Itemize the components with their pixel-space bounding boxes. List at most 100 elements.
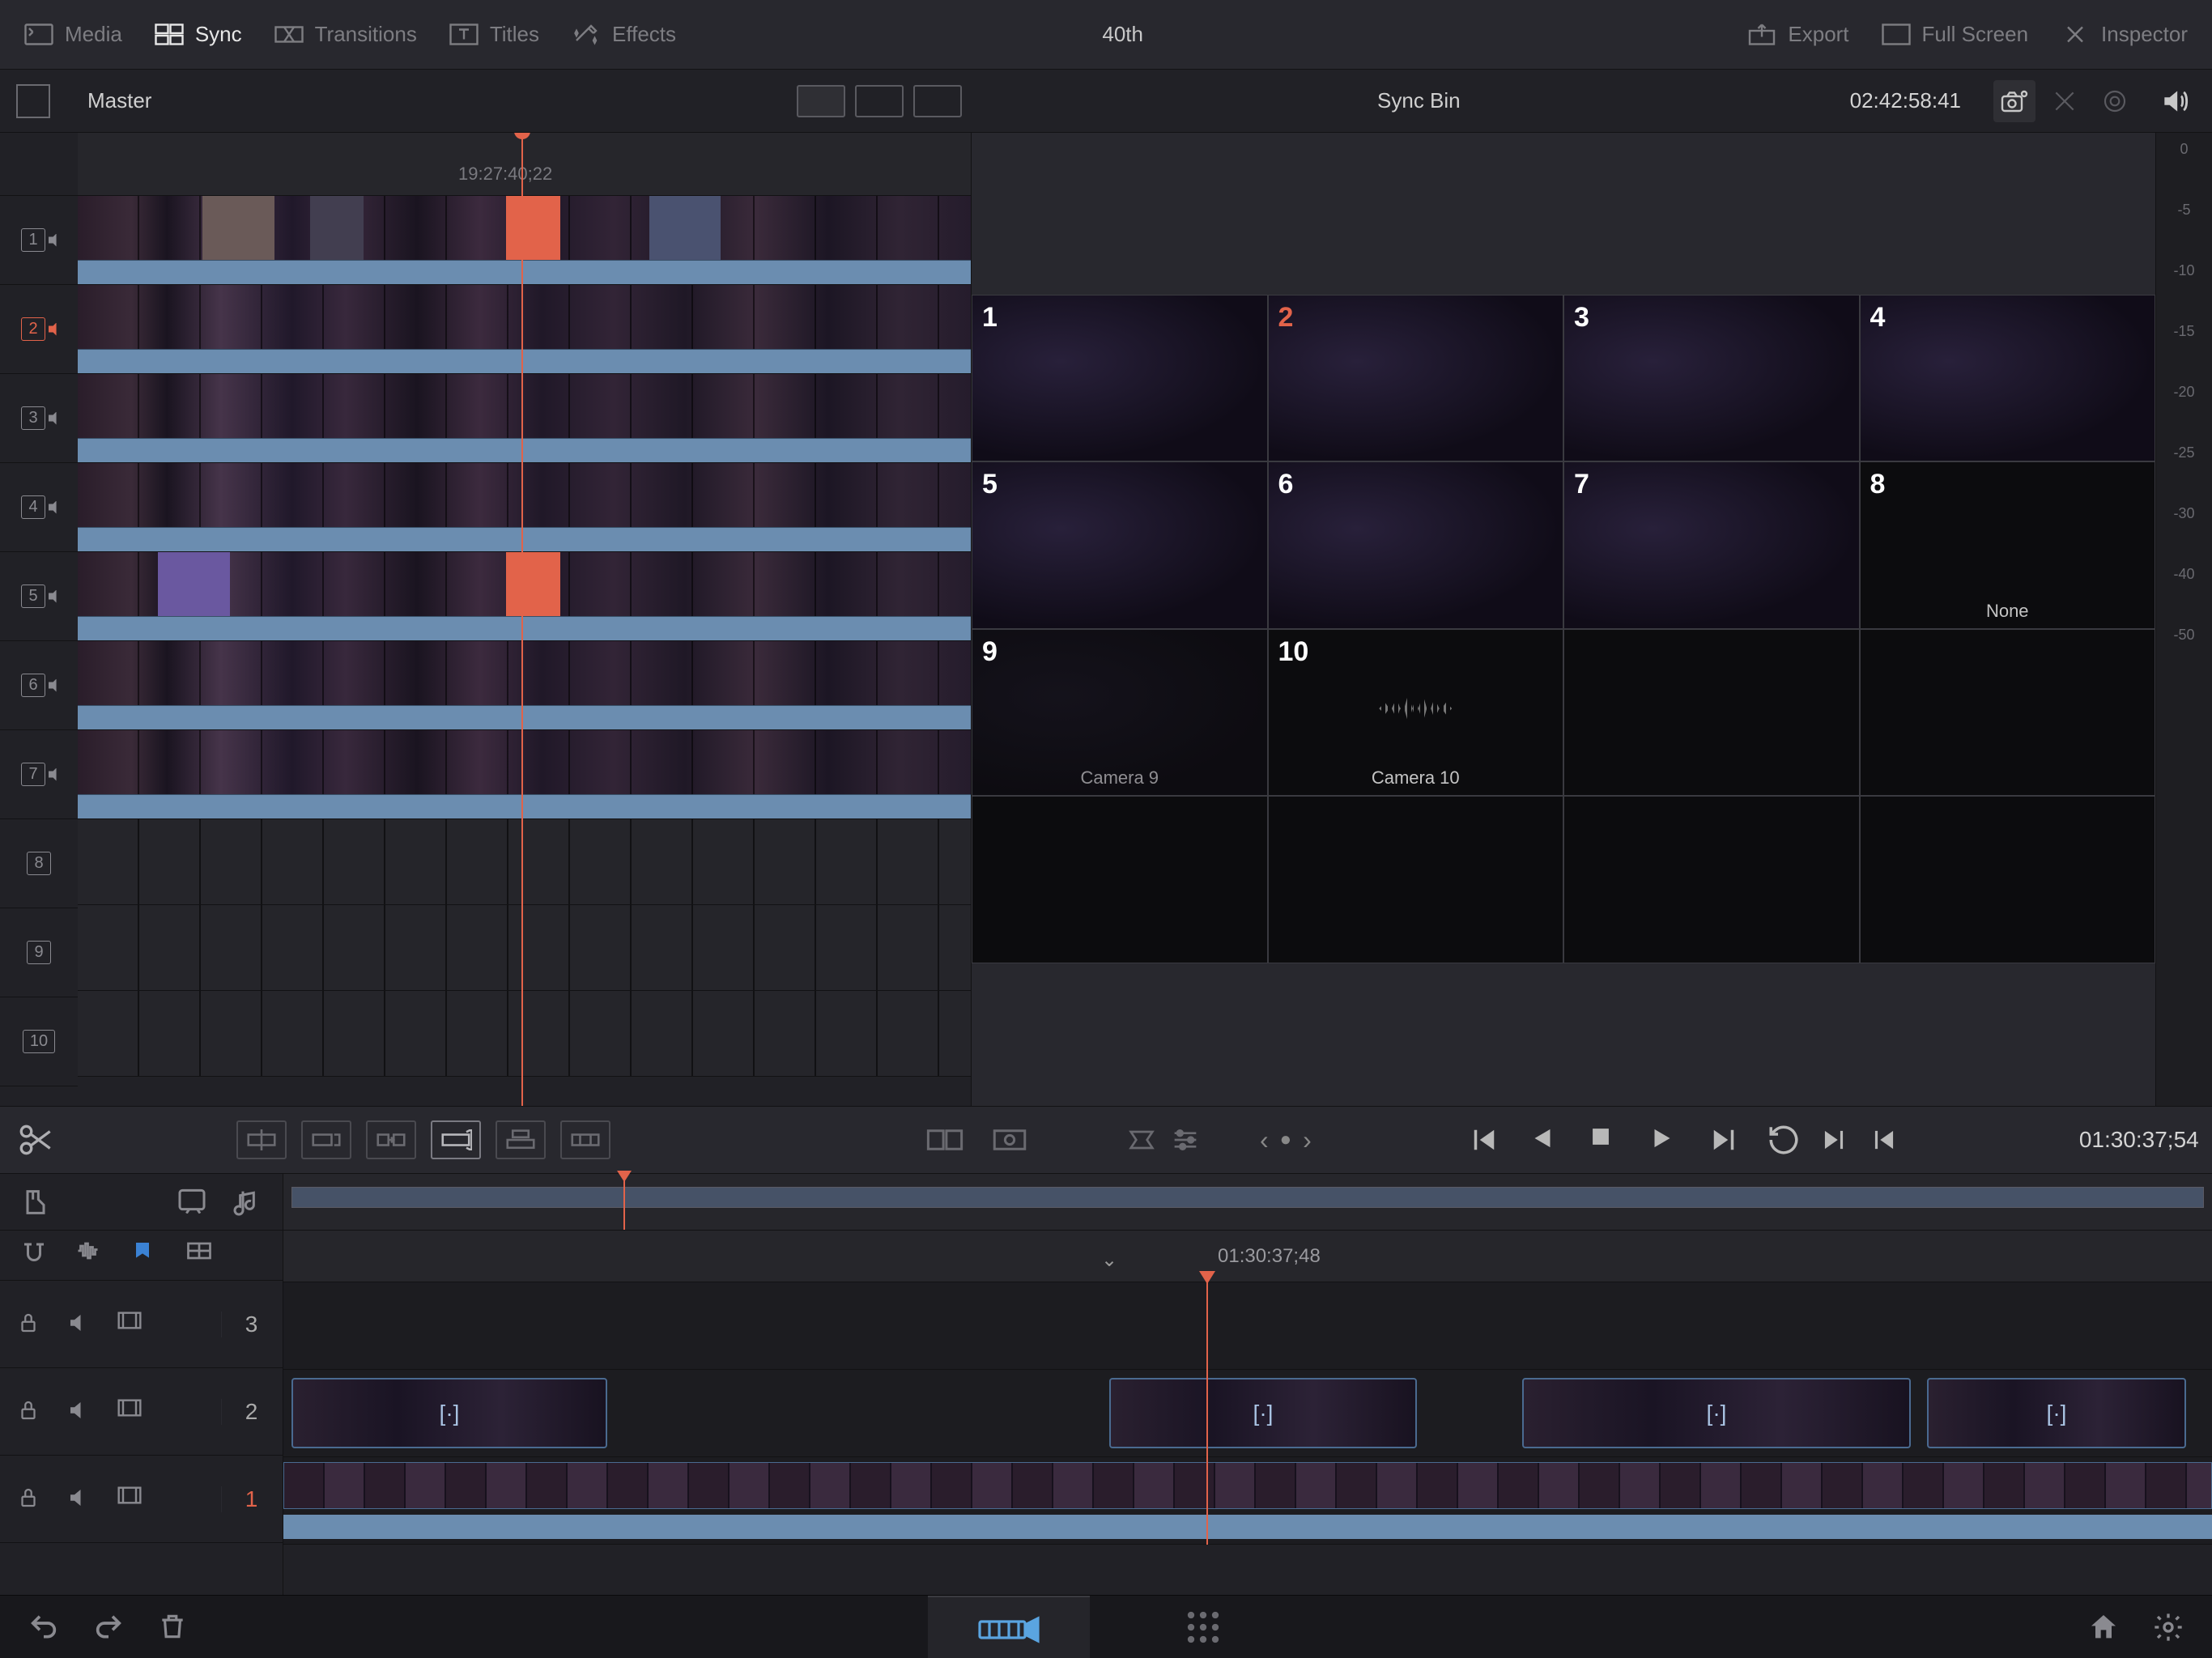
tab-transitions[interactable]: Transitions bbox=[274, 22, 417, 47]
timeline-track-3[interactable] bbox=[283, 1282, 2212, 1370]
src-track-header-2[interactable]: 2 bbox=[0, 285, 78, 374]
prev-edit-button[interactable]: ‹ bbox=[1260, 1125, 1269, 1155]
source-ruler[interactable]: 19:27:40;22 bbox=[78, 133, 971, 196]
camera-angle-1[interactable]: 1Camera 1 bbox=[972, 295, 1267, 461]
src-track-4[interactable] bbox=[78, 463, 971, 552]
cut-button[interactable] bbox=[985, 1120, 1035, 1159]
lock-icon[interactable] bbox=[16, 1311, 44, 1338]
film-icon[interactable] bbox=[117, 1311, 144, 1338]
snap-button[interactable] bbox=[19, 1239, 52, 1272]
audio-only-button[interactable] bbox=[231, 1186, 263, 1218]
lock-icon[interactable] bbox=[16, 1486, 44, 1513]
undo-button[interactable] bbox=[28, 1611, 60, 1643]
overview-playhead[interactable] bbox=[623, 1179, 625, 1230]
view-list-button[interactable] bbox=[913, 85, 962, 117]
film-icon[interactable] bbox=[117, 1398, 144, 1426]
split-button[interactable] bbox=[16, 1120, 57, 1160]
timeline-track-header-2[interactable]: 2 bbox=[0, 1368, 283, 1456]
flag-button[interactable] bbox=[185, 1239, 217, 1272]
sliders-button[interactable] bbox=[1169, 1120, 1202, 1159]
play-button[interactable] bbox=[1647, 1123, 1681, 1157]
timeline-track-header-1[interactable]: 1 bbox=[0, 1456, 283, 1543]
camera-angle-2[interactable]: 2Camera 2 bbox=[1269, 295, 1563, 461]
src-track-1[interactable] bbox=[78, 196, 971, 285]
next-edit-button[interactable]: › bbox=[1303, 1125, 1312, 1155]
timeline-clip[interactable]: [·] bbox=[1522, 1378, 1911, 1448]
src-track-header-10[interactable]: 10 bbox=[0, 997, 78, 1086]
smart-insert-button[interactable] bbox=[236, 1120, 287, 1159]
timeline-timecode[interactable]: 01:30:37;54 bbox=[2079, 1127, 2199, 1153]
speaker-icon[interactable] bbox=[66, 1398, 94, 1426]
src-track-header-6[interactable]: 6 bbox=[0, 641, 78, 730]
timeline-clip[interactable]: [·] bbox=[1927, 1378, 2186, 1448]
src-track-6[interactable] bbox=[78, 641, 971, 730]
film-icon[interactable] bbox=[117, 1486, 144, 1513]
source-track-area[interactable]: 19:27:40;22 bbox=[78, 133, 971, 1106]
viewer-timecode[interactable]: 02:42:58:41 bbox=[1850, 88, 1961, 113]
view-strip-button[interactable] bbox=[855, 85, 904, 117]
tab-sync[interactable]: Sync bbox=[155, 22, 242, 47]
source-overwrite-button[interactable] bbox=[560, 1120, 610, 1159]
speaker-icon[interactable] bbox=[66, 1486, 94, 1513]
closeup-button[interactable] bbox=[431, 1120, 481, 1159]
src-track-10[interactable] bbox=[78, 991, 971, 1077]
camera-view-button[interactable] bbox=[1993, 80, 2035, 122]
panel-toggle-icon[interactable] bbox=[16, 84, 50, 118]
src-track-header-1[interactable]: 1 bbox=[0, 196, 78, 285]
go-end-button[interactable] bbox=[1707, 1123, 1741, 1157]
timeline-clip[interactable]: [·] bbox=[291, 1378, 607, 1448]
camera-angle-5[interactable]: 5Camera 5 bbox=[972, 462, 1267, 627]
src-track-header-9[interactable]: 9 bbox=[0, 908, 78, 997]
camera-angle-10[interactable]: 10Camera 10 bbox=[1269, 630, 1563, 795]
stop-button[interactable] bbox=[1587, 1123, 1621, 1157]
ripple-button[interactable] bbox=[366, 1120, 416, 1159]
chevron-down-icon[interactable]: ⌄ bbox=[1101, 1248, 1117, 1272]
cut-page-tab[interactable] bbox=[928, 1596, 1090, 1658]
inspector-button[interactable]: Inspector bbox=[2061, 22, 2188, 47]
settings-button[interactable] bbox=[2152, 1611, 2184, 1643]
source-playhead[interactable] bbox=[521, 133, 523, 1106]
export-button[interactable]: Export bbox=[1747, 22, 1848, 47]
camera-angle-4[interactable]: 4Camera 4 bbox=[1861, 295, 2155, 461]
scopes-button[interactable] bbox=[2094, 80, 2136, 122]
mute-button[interactable] bbox=[2154, 80, 2196, 122]
camera-angle-3[interactable]: 3Camera 3 bbox=[1564, 295, 1859, 461]
delete-button[interactable] bbox=[157, 1611, 189, 1643]
go-start-button[interactable] bbox=[1467, 1123, 1501, 1157]
home-button[interactable] bbox=[2087, 1611, 2120, 1643]
src-track-7[interactable] bbox=[78, 730, 971, 819]
edit-page-tab[interactable] bbox=[1122, 1596, 1284, 1658]
append-button[interactable] bbox=[301, 1120, 351, 1159]
audio-scrub-button[interactable] bbox=[74, 1239, 107, 1272]
bin-path[interactable]: Master bbox=[87, 88, 151, 113]
src-track-5[interactable] bbox=[78, 552, 971, 641]
prev-clip-button[interactable] bbox=[1869, 1124, 1899, 1155]
timeline-overview[interactable] bbox=[283, 1174, 2212, 1231]
camera-angle-6[interactable]: 6Camera 6 bbox=[1269, 462, 1563, 627]
lock-icon[interactable] bbox=[16, 1398, 44, 1426]
camera-angle-7[interactable]: 7Camera 7 bbox=[1564, 462, 1859, 627]
view-thumb-button[interactable] bbox=[797, 85, 845, 117]
src-track-2[interactable] bbox=[78, 285, 971, 374]
video-only-button[interactable] bbox=[176, 1186, 208, 1218]
tools-button[interactable] bbox=[2044, 80, 2086, 122]
timeline-tracks[interactable]: [·] [·] [·] [·] bbox=[283, 1282, 2212, 1545]
dissolve-button[interactable] bbox=[920, 1120, 970, 1159]
timeline-audio-waveform[interactable] bbox=[283, 1515, 2212, 1539]
timeline-clip-main[interactable] bbox=[283, 1462, 2212, 1509]
src-track-8[interactable] bbox=[78, 819, 971, 905]
src-track-header-7[interactable]: 7 bbox=[0, 730, 78, 819]
loop-button[interactable] bbox=[1767, 1123, 1801, 1157]
speaker-icon[interactable] bbox=[66, 1311, 94, 1338]
timeline-clip[interactable]: [·] bbox=[1109, 1378, 1417, 1448]
src-track-header-8[interactable]: 8 bbox=[0, 819, 78, 908]
camera-angle-9[interactable]: 9Camera 9 bbox=[972, 630, 1267, 795]
timeline-track-header-3[interactable]: 3 bbox=[0, 1281, 283, 1368]
src-track-header-4[interactable]: 4 bbox=[0, 463, 78, 552]
camera-angle-8[interactable]: 8None bbox=[1861, 462, 2155, 627]
timeline-track-1[interactable] bbox=[283, 1457, 2212, 1545]
next-clip-button[interactable] bbox=[1819, 1124, 1849, 1155]
src-track-header-3[interactable]: 3 bbox=[0, 374, 78, 463]
src-track-9[interactable] bbox=[78, 905, 971, 991]
redo-button[interactable] bbox=[92, 1611, 125, 1643]
